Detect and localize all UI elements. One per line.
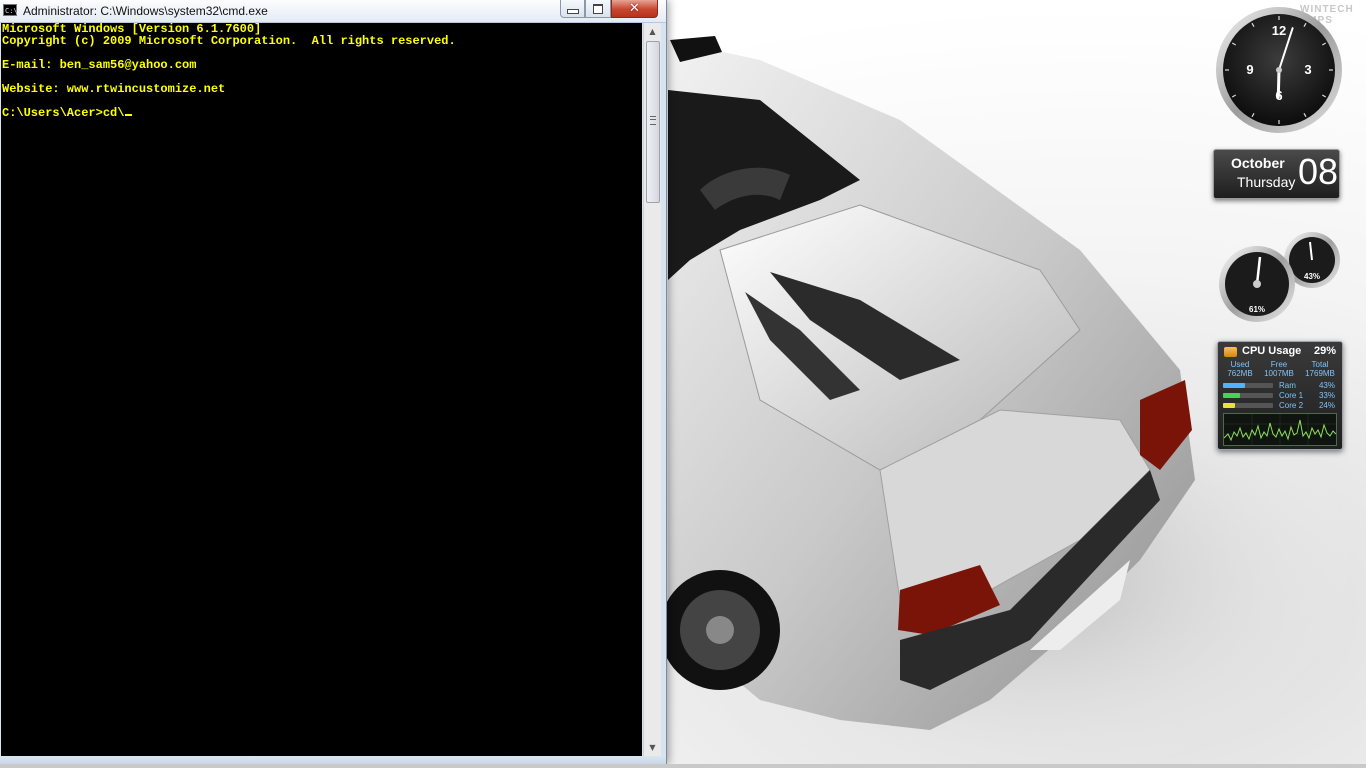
usage-bar-core2: Core 2 24% — [1223, 401, 1338, 410]
clock-number-9: 9 — [1246, 62, 1254, 77]
console-line: Copyright (c) 2009 Microsoft Corporation… — [2, 34, 456, 48]
usage-bar-label: Core 1 — [1279, 391, 1304, 400]
usage-bar-value: 43% — [1318, 381, 1335, 390]
cpu-usage-title: CPU Usage — [1242, 345, 1302, 357]
taskbar-edge — [0, 764, 1366, 768]
usage-bar-label: Core 2 — [1279, 401, 1304, 410]
clock-number-3: 3 — [1304, 62, 1312, 77]
close-button[interactable]: ✕ — [611, 0, 658, 18]
minimize-button[interactable] — [560, 0, 585, 18]
cpu-history-graph — [1223, 413, 1337, 446]
console-line: E-mail: ben_sam56@yahoo.com — [2, 58, 197, 72]
clock-number-6: 6 — [1275, 88, 1283, 103]
memory-total-value: 1769MB — [1305, 369, 1335, 378]
calendar-day: 08 — [1298, 151, 1339, 192]
scroll-down-arrow-icon[interactable]: ▼ — [644, 739, 661, 756]
meter-dials — [1219, 232, 1340, 322]
clock-number-12: 12 — [1271, 23, 1287, 38]
memory-used-value: 762MB — [1227, 369, 1253, 378]
window-frame-bottom[interactable] — [0, 756, 666, 764]
memory-free-value: 1007MB — [1264, 369, 1294, 378]
memory-total-label: Total — [1311, 360, 1329, 369]
usage-bar-fill — [1223, 393, 1240, 398]
usage-bar-fill — [1223, 383, 1245, 388]
close-icon: ✕ — [629, 0, 640, 16]
ram-meter-value: 43% — [1304, 272, 1321, 281]
usage-bar-core1: Core 1 33% — [1223, 391, 1338, 400]
cpu-usage-gadget[interactable]: CPU Usage 29% Used Free Total 762MB 1007… — [1217, 341, 1343, 450]
memory-used-label: Used — [1230, 360, 1250, 369]
clock-gadget[interactable]: 12 3 6 9 — [1214, 5, 1344, 135]
usage-bar-value: 33% — [1318, 391, 1335, 400]
cpu-meter-value: 61% — [1249, 305, 1266, 314]
cmd-window[interactable]: C:\ Administrator: C:\Windows\system32\c… — [0, 0, 667, 764]
vertical-scrollbar[interactable]: ▲ ▼ — [643, 23, 661, 756]
console-line: Website: www.rtwincustomize.net — [2, 82, 226, 96]
cpu-history-line — [1224, 414, 1336, 445]
command-prompt-text: C:\Users\Acer>cd\ — [2, 106, 125, 120]
calendar-month: October — [1231, 155, 1285, 171]
cpu-chip-icon — [1224, 347, 1237, 357]
cpu-usage-percent: 29% — [1313, 345, 1336, 357]
usage-bar-fill — [1223, 403, 1235, 408]
usage-bar-label: Ram — [1279, 381, 1296, 390]
maximize-button[interactable] — [585, 0, 611, 18]
window-title: Administrator: C:\Windows\system32\cmd.e… — [23, 4, 268, 18]
scroll-thumb[interactable] — [646, 41, 660, 203]
calendar-weekday: Thursday — [1237, 174, 1296, 190]
maximize-icon — [593, 3, 603, 14]
cpu-meter-gadget[interactable]: 61% 43% — [1215, 230, 1341, 322]
usage-bar-ram: Ram 43% — [1223, 381, 1338, 390]
cmd-icon[interactable]: C:\ — [3, 4, 18, 16]
scroll-up-arrow-icon[interactable]: ▲ — [644, 23, 661, 40]
console-output[interactable]: Microsoft Windows [Version 6.1.7600] Cop… — [1, 23, 642, 756]
title-bar[interactable]: C:\ Administrator: C:\Windows\system32\c… — [0, 0, 666, 23]
memory-free-label: Free — [1270, 360, 1288, 369]
text-cursor — [125, 114, 133, 116]
minimize-icon — [566, 9, 579, 14]
usage-bar-value: 24% — [1318, 401, 1335, 410]
grip-icon — [650, 116, 656, 125]
command-input-line[interactable]: C:\Users\Acer>cd\ — [2, 107, 642, 119]
calendar-gadget[interactable]: October Thursday 08 — [1213, 149, 1340, 199]
